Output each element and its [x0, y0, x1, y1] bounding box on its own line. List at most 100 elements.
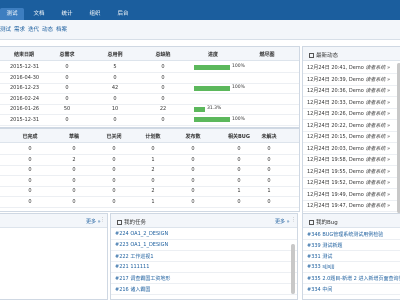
dynamic-item[interactable]: 12月24日 19:58, Demo 读者系统 » — [307, 156, 390, 163]
dynamic-item[interactable]: 12月24日 20:36, Demo 读者系统 » — [307, 87, 390, 94]
dynamic-item[interactable]: 12月24日 20:15, Demo 读者系统 » — [307, 133, 390, 140]
stats-cell-date: 2016-02-24 — [10, 95, 40, 102]
nav-tab-docs[interactable]: 文档 — [26, 8, 52, 20]
bugs-cell: 0 — [151, 146, 155, 152]
bug-item[interactable]: #335 2.0题目-新增 2 进入新增页面查询界面 — [307, 275, 400, 282]
bug-item[interactable]: #331 测试 — [307, 253, 332, 260]
dynamic-action[interactable]: 读者系统 » — [365, 100, 390, 106]
dynamic-action[interactable]: 读者系统 » — [365, 146, 390, 152]
dynamic-item[interactable]: 12月24日 20:33, Demo 读者系统 » — [307, 99, 390, 106]
subnav-item-archive[interactable]: 档案 — [56, 26, 67, 34]
bugs-cell: 0 — [237, 156, 241, 163]
dynamic-action[interactable]: 读者系统 » — [365, 134, 390, 140]
progress-bar — [194, 85, 230, 91]
dynamic-item[interactable]: 12月24日 19:49, Demo 读者系统 » — [307, 191, 390, 198]
bugs-cell: 0 — [28, 177, 32, 184]
bugs-cell: 0 — [267, 167, 271, 173]
dynamics-header: 最新动态 — [303, 47, 400, 61]
dynamic-action[interactable]: 读者系统 » — [365, 111, 390, 117]
list-divider — [303, 119, 400, 120]
task-item[interactable]: #216 诸入霸国 — [115, 286, 150, 293]
dynamic-action[interactable]: 读者系统 » — [365, 169, 390, 175]
dynamic-time: 12月24日 20:33, — [307, 99, 348, 106]
dynamic-action[interactable]: 读者系统 » — [365, 123, 390, 129]
dynamic-action[interactable]: 读者系统 » — [365, 157, 390, 163]
stats-cell-story: 0 — [65, 116, 69, 123]
drag-handle-icon[interactable]: ⋮ — [291, 217, 296, 223]
dynamic-item[interactable]: 12月24日 20:26, Demo 读者系统 » — [307, 110, 390, 117]
col-closed: 已关闭 — [106, 134, 122, 140]
bugs-cell: 0 — [267, 156, 271, 163]
dynamic-action[interactable]: 读者系统 » — [365, 192, 390, 198]
col-releases: 发布数 — [185, 134, 201, 140]
dynamic-item[interactable]: 12月24日 19:47, Demo 读者系统 » — [307, 202, 390, 209]
left-bottom-panel: 更多 » ⋮ — [0, 213, 108, 300]
stats-cell-story: 50 — [63, 106, 71, 112]
subnav-item-story[interactable]: 需求 — [14, 26, 25, 34]
subnav-item-test[interactable]: 测试 — [0, 26, 11, 34]
tasks-scrollbar[interactable] — [291, 244, 295, 294]
bugs-cell: 0 — [72, 177, 76, 184]
task-item[interactable]: #224 OA1_2_DESIGN — [115, 231, 168, 237]
my-bugs-panel: 我的Bug #346 BUG管理系统测试用例检验 #339 测试新题 #331 测试… — [302, 213, 400, 300]
list-divider — [303, 73, 400, 74]
subnav-item-iteration[interactable]: 迭代 — [28, 26, 39, 34]
bug-item[interactable]: #346 BUG管理系统测试用例检验 — [307, 231, 383, 238]
nav-tab-admin[interactable]: 后台 — [110, 8, 136, 20]
list-divider — [303, 250, 400, 251]
dynamic-item[interactable]: 12月24日 19:55, Demo 读者系统 » — [307, 168, 390, 175]
bugs-cell: 0 — [112, 188, 116, 194]
bugs-cell: 0 — [112, 167, 116, 173]
dynamic-item[interactable]: 12月24日 20:22, Demo 读者系统 » — [307, 122, 390, 129]
table-row-divider — [0, 164, 299, 166]
dynamic-item[interactable]: 12月24日 20:41, Demo 读者系统 » — [307, 64, 390, 71]
dynamic-action[interactable]: 读者系统 » — [365, 77, 390, 83]
my-tasks-title-label: 我的任务 — [124, 220, 147, 226]
stats-cell-date: 2016-01-26 — [10, 106, 40, 112]
dynamic-action[interactable]: 读者系统 » — [365, 88, 390, 94]
dynamic-user: Demo — [348, 203, 364, 209]
dynamic-time: 12月24日 20:15, — [307, 134, 348, 140]
table-row-divider — [0, 175, 299, 176]
nav-tab-org[interactable]: 组织 — [82, 8, 108, 20]
bug-item[interactable]: #334 中间 — [307, 286, 332, 293]
stats-cell-bug: 0 — [161, 74, 165, 81]
dynamic-time: 12月24日 20:03, — [307, 145, 348, 152]
subnav-item-dynamic[interactable]: 动态 — [42, 26, 53, 34]
my-tasks-more-link[interactable]: 更多 » — [275, 218, 290, 225]
dynamics-title-label: 最新动态 — [316, 53, 339, 59]
list-divider — [303, 165, 400, 166]
dynamic-user: Demo — [348, 191, 364, 198]
left-bottom-more-link[interactable]: 更多 » — [86, 218, 101, 225]
dynamic-action[interactable]: 读者系统 » — [365, 180, 390, 186]
stats-cell-case: 0 — [113, 116, 117, 123]
bugs-cell: 0 — [267, 198, 271, 205]
task-item[interactable]: #217 调查霸国工资地形 — [115, 275, 170, 282]
dynamic-time: 12月24日 20:41, — [307, 65, 348, 71]
dynamic-item[interactable]: 12月24日 20:03, Demo 读者系统 » — [307, 145, 390, 152]
dynamic-action[interactable]: 读者系统 » — [365, 65, 390, 71]
dynamic-item[interactable]: 12月24日 20:39, Demo 读者系统 » — [307, 76, 390, 83]
dynamic-item[interactable]: 12月24日 19:52, Demo 读者系统 » — [307, 179, 390, 186]
task-item[interactable]: #221 111111 — [115, 264, 149, 270]
list-icon — [309, 53, 314, 58]
dynamic-time: 12月24日 20:22, — [307, 122, 348, 129]
list-divider — [111, 239, 297, 240]
drag-handle-icon[interactable]: ⋮ — [100, 217, 105, 223]
col-done: 已完成 — [22, 134, 38, 140]
list-divider — [303, 283, 400, 284]
bugs-cell: 0 — [237, 167, 241, 173]
bugs-cell: 0 — [112, 156, 116, 163]
nav-tab-stats[interactable]: 统计 — [54, 8, 80, 20]
stats-cell-date: 2016-12-23 — [10, 85, 40, 91]
stats-cell-story: 0 — [65, 85, 69, 91]
nav-tab-test[interactable]: 测试 — [0, 8, 24, 20]
table-row-divider — [0, 196, 299, 197]
task-item[interactable]: #222 工作巡视1 — [115, 253, 154, 260]
table-row-divider — [0, 206, 299, 208]
task-item[interactable]: #223 OA1_1_DESIGN — [115, 242, 168, 248]
bugs-cell: 0 — [112, 198, 116, 205]
bug-item[interactable]: #333 sjjsjjj — [307, 264, 334, 270]
dynamic-action[interactable]: 读者系统 » — [365, 203, 390, 209]
bug-item[interactable]: #339 测试新题 — [307, 242, 342, 249]
